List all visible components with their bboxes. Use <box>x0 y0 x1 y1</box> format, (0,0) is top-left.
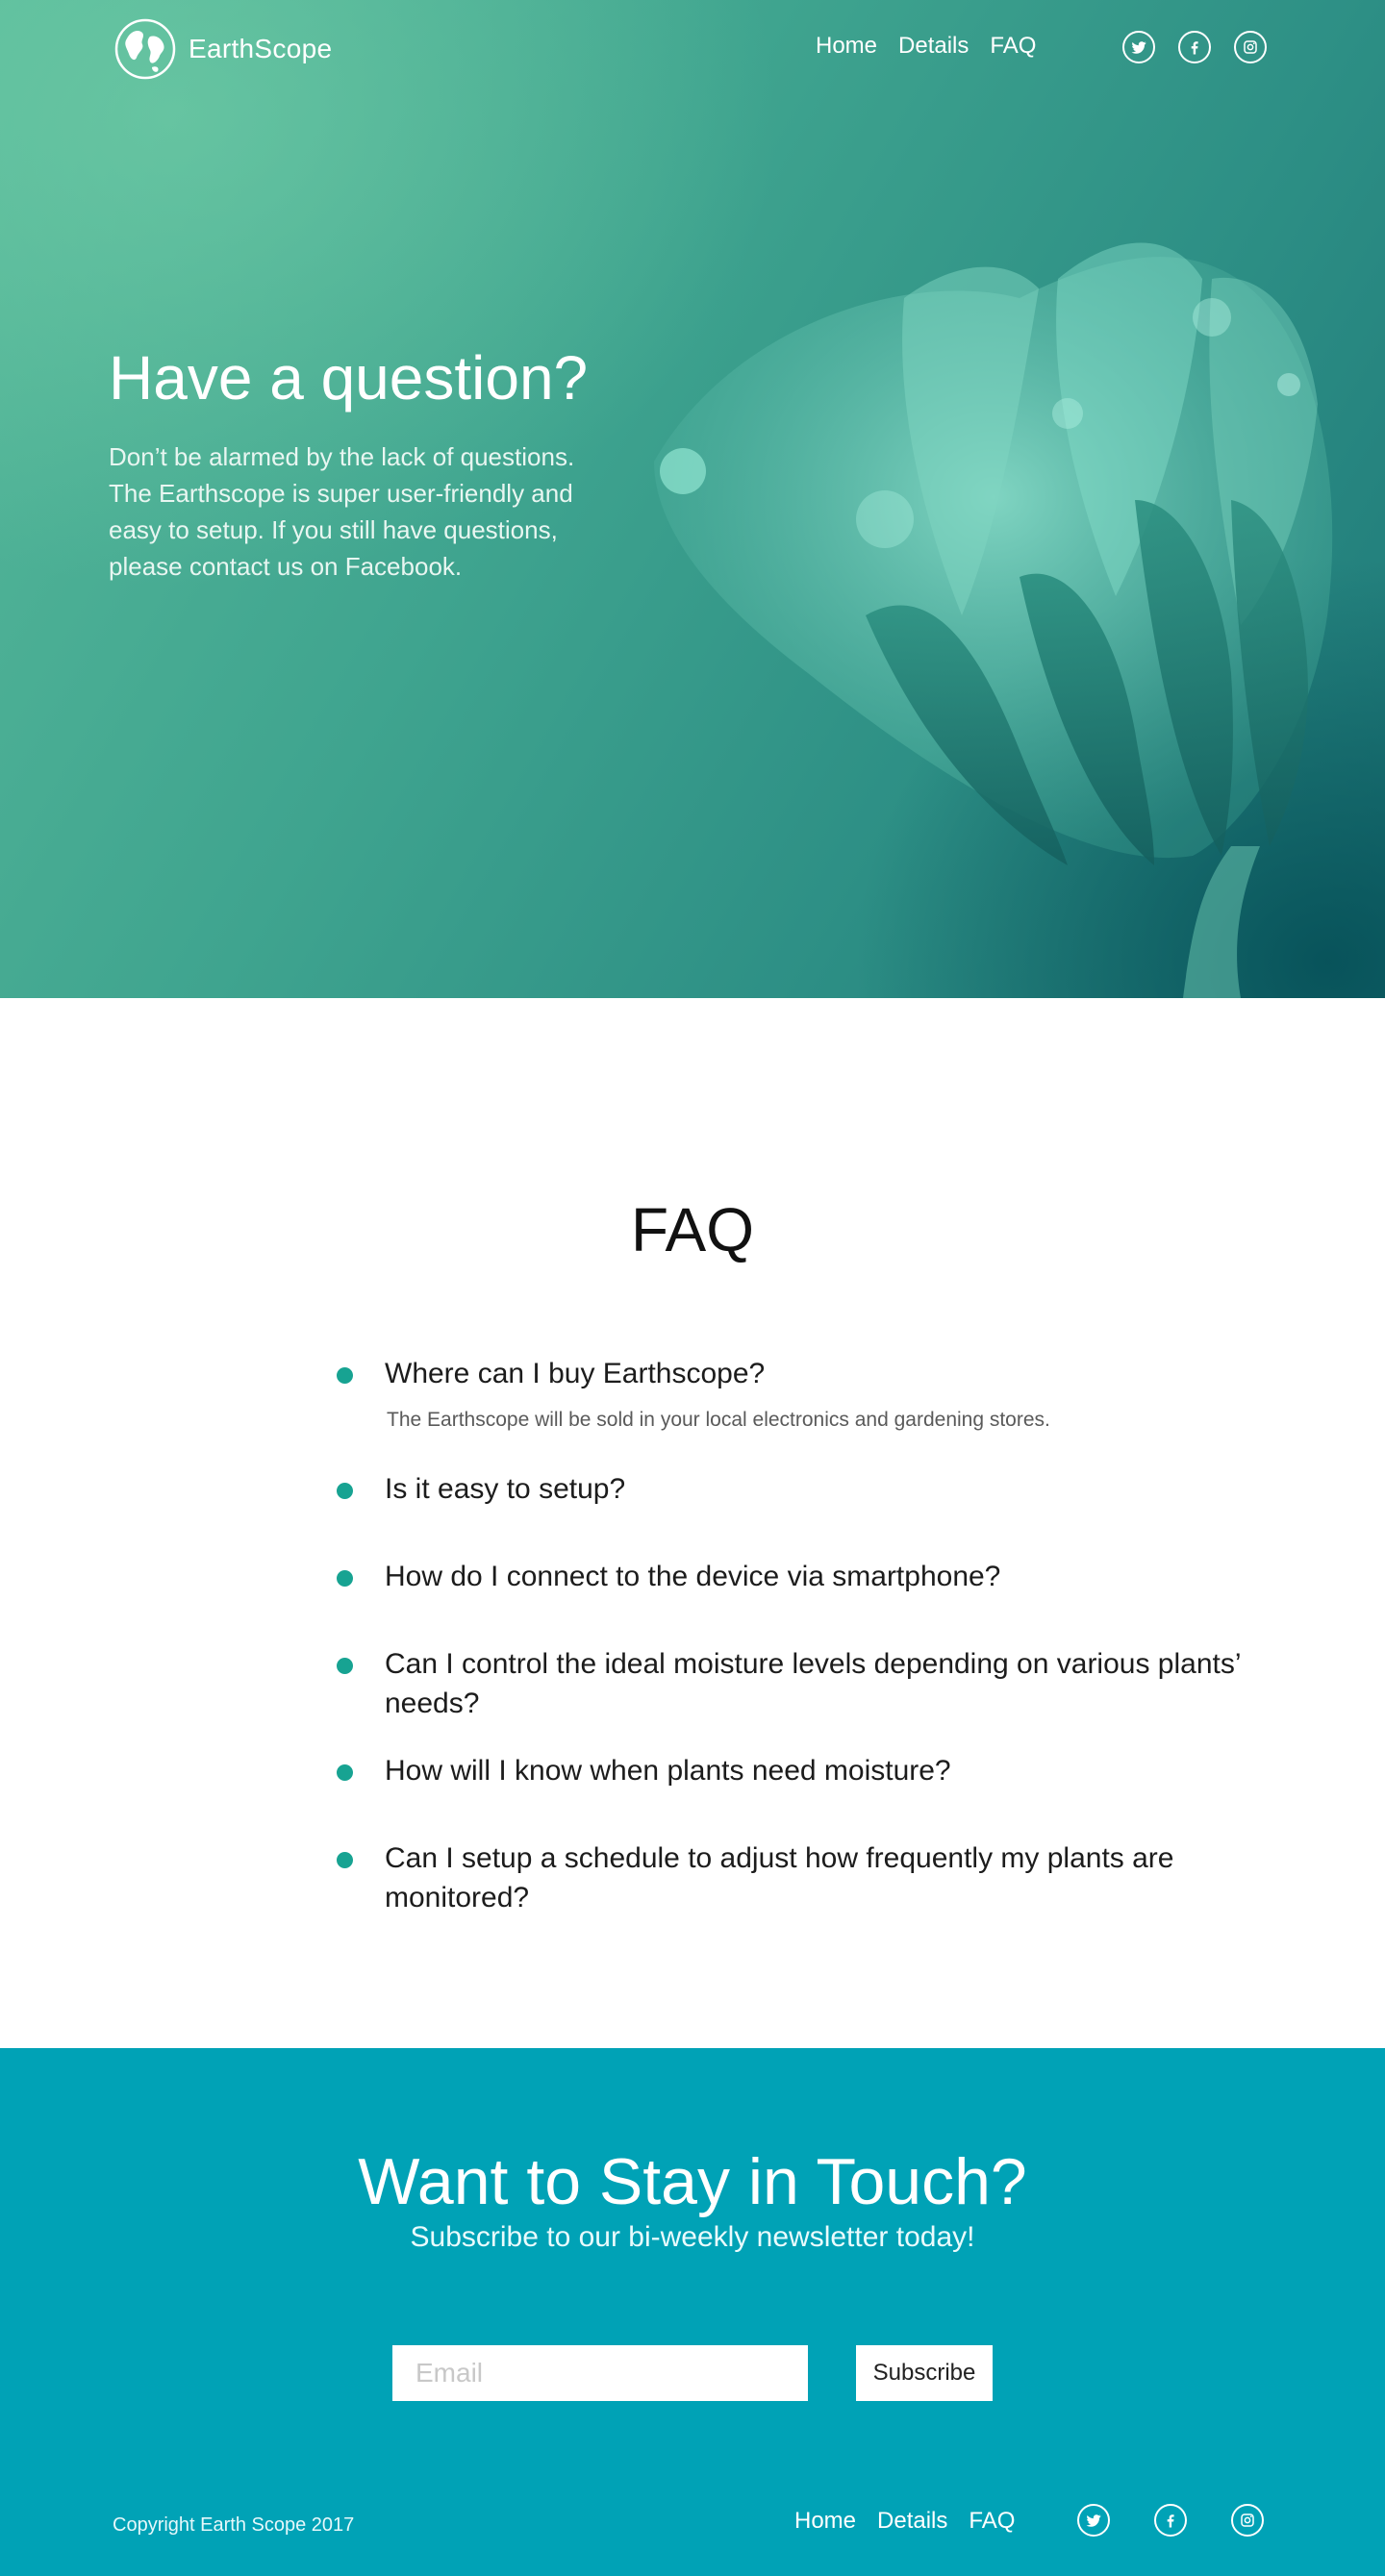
faq-question[interactable]: Where can I buy Earthscope? <box>385 1354 1270 1393</box>
hero-description: Don’t be alarmed by the lack of question… <box>109 442 575 581</box>
facebook-icon[interactable] <box>1154 2504 1187 2537</box>
footer-home-link[interactable]: Home <box>794 2508 856 2535</box>
faq-title: FAQ <box>630 1195 755 1264</box>
newsletter-section: Want to Stay in Touch? Subscribe to our … <box>0 2048 1385 2576</box>
faq-answer: The Earthscope will be sold in your loca… <box>387 1409 1050 1431</box>
faq-list: Where can I buy Earthscope? The Earthsco… <box>327 1354 1270 1926</box>
faq-question[interactable]: Can I control the ideal moisture levels … <box>385 1644 1270 1723</box>
faq-question[interactable]: Can I setup a schedule to adjust how fre… <box>385 1838 1270 1917</box>
faq-item[interactable]: Can I setup a schedule to adjust how fre… <box>327 1838 1270 1926</box>
bullet-dot-icon <box>337 1658 353 1674</box>
subscribe-button[interactable]: Subscribe <box>856 2345 993 2401</box>
newsletter-subtitle: Subscribe to our bi-weekly newsletter to… <box>410 2221 975 2253</box>
faq-question[interactable]: Is it easy to setup? <box>385 1469 1270 1509</box>
bullet-dot-icon <box>337 1764 353 1781</box>
faq-question[interactable]: How do I connect to the device via smart… <box>385 1557 1270 1596</box>
footer-nav: Home Details FAQ <box>794 2508 1015 2535</box>
email-input[interactable] <box>392 2345 808 2401</box>
top-navigation: EarthScope Home Details FAQ <box>0 0 1385 96</box>
footer-social-links <box>1077 2504 1264 2537</box>
facebook-icon[interactable] <box>1178 31 1211 63</box>
header-social-links <box>1122 31 1267 63</box>
header-nav: Home Details FAQ <box>816 33 1036 60</box>
bullet-dot-icon <box>337 1570 353 1587</box>
twitter-icon[interactable] <box>1122 31 1155 63</box>
newsletter-title: Want to Stay in Touch? <box>358 2145 1027 2218</box>
instagram-icon[interactable] <box>1231 2504 1264 2537</box>
flower-image <box>654 242 1333 998</box>
faq-item[interactable]: How will I know when plants need moistur… <box>327 1751 1270 1838</box>
nav-faq-link[interactable]: FAQ <box>990 33 1036 60</box>
brand-logo[interactable]: EarthScope <box>113 17 332 81</box>
faq-item[interactable]: Can I control the ideal moisture levels … <box>327 1644 1270 1751</box>
copyright-text: Copyright Earth Scope 2017 <box>113 2514 355 2536</box>
bullet-dot-icon <box>337 1367 353 1384</box>
nav-home-link[interactable]: Home <box>816 33 877 60</box>
globe-icon <box>114 18 176 80</box>
bullet-dot-icon <box>337 1852 353 1868</box>
instagram-icon[interactable] <box>1234 31 1267 63</box>
footer-faq-link[interactable]: FAQ <box>969 2508 1015 2535</box>
hero-title: Have a question? <box>109 343 589 413</box>
faq-question[interactable]: How will I know when plants need moistur… <box>385 1751 1270 1790</box>
faq-item[interactable]: Where can I buy Earthscope? The Earthsco… <box>327 1354 1270 1431</box>
hero-section: EarthScope Home Details FAQ Have a quest… <box>0 0 1385 998</box>
footer-details-link[interactable]: Details <box>877 2508 947 2535</box>
faq-item[interactable]: How do I connect to the device via smart… <box>327 1557 1270 1644</box>
brand-name: EarthScope <box>189 34 333 63</box>
twitter-icon[interactable] <box>1077 2504 1110 2537</box>
bullet-dot-icon <box>337 1483 353 1499</box>
nav-details-link[interactable]: Details <box>898 33 969 60</box>
faq-item[interactable]: Is it easy to setup? <box>327 1469 1270 1557</box>
